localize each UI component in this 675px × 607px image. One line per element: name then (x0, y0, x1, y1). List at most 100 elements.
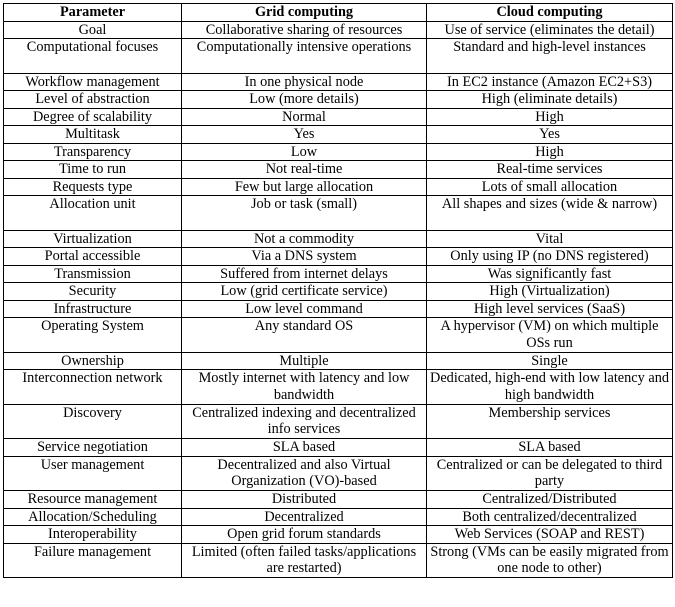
table-row: Allocation/Scheduling Decentralized Both c… (3, 507, 673, 526)
parameter-cell: Workflow management (3, 72, 182, 91)
grid-cell: SLA based (181, 438, 427, 457)
table-row: Transmission Suffered from internet delay… (3, 264, 673, 283)
parameter-cell: Portal accessible (3, 247, 182, 266)
table-row: Discovery Centralized indexing and decent… (3, 403, 673, 439)
grid-cell: Via a DNS system (181, 247, 427, 266)
parameter-cell: Transmission (3, 264, 182, 283)
parameter-cell: Infrastructure (3, 299, 182, 318)
cloud-cell: All shapes and sizes (wide & narrow) (426, 195, 673, 231)
table-row: Service negotiation SLA based SLA based (3, 438, 673, 457)
grid-cell: Low level command (181, 299, 427, 318)
parameter-cell: Computational focuses (3, 38, 182, 74)
table-row: Degree of scalability Normal High (3, 107, 673, 126)
cloud-cell: A hypervisor (VM) on which multiple OSs … (426, 317, 673, 353)
cloud-cell: SLA based (426, 438, 673, 457)
cloud-cell: High (Virtualization) (426, 282, 673, 301)
parameter-cell: Service negotiation (3, 438, 182, 457)
table-row: Workflow management In one physical node I… (3, 72, 673, 91)
parameter-cell: Interoperability (3, 525, 182, 544)
grid-cell: Limited (often failed tasks/applications… (181, 542, 427, 578)
table-row: Infrastructure Low level command High leve… (3, 299, 673, 318)
cloud-cell: Membership services (426, 403, 673, 439)
header-cloud-computing: Cloud computing (426, 3, 673, 22)
table-row: Resource management Distributed Centralize… (3, 490, 673, 509)
cloud-cell: Dedicated, high-end with low latency and… (426, 369, 673, 405)
table-row: Transparency Low High (3, 142, 673, 161)
parameter-cell: Allocation/Scheduling (3, 507, 182, 526)
parameter-cell: Degree of scalability (3, 107, 182, 126)
grid-cell: Suffered from internet delays (181, 264, 427, 283)
table-row: Multitask Yes Yes (3, 125, 673, 144)
grid-cell: Collaborative sharing of resources (181, 20, 427, 39)
table-row: Time to run Not real-time Real-time servic… (3, 160, 673, 179)
cloud-cell: In EC2 instance (Amazon EC2+S3) (426, 72, 673, 91)
comparison-table: Parameter Grid computing Cloud computing… (3, 3, 673, 578)
grid-cell: Mostly internet with latency and low ban… (181, 369, 427, 405)
parameter-cell: Discovery (3, 403, 182, 439)
parameter-cell: Virtualization (3, 229, 182, 248)
cloud-cell: Centralized or can be delegated to third… (426, 455, 673, 491)
grid-cell: Not a commodity (181, 229, 427, 248)
table-row: Interoperability Open grid forum standard… (3, 525, 673, 544)
table-row: Allocation unit Job or task (small) All sh… (3, 195, 673, 231)
cloud-cell: Only using IP (no DNS registered) (426, 247, 673, 266)
parameter-cell: Time to run (3, 160, 182, 179)
cloud-cell: Single (426, 351, 673, 370)
grid-cell: Low (more details) (181, 90, 427, 109)
grid-cell: Low (181, 142, 427, 161)
grid-cell: Multiple (181, 351, 427, 370)
grid-cell: Distributed (181, 490, 427, 509)
table-row: Virtualization Not a commodity Vital (3, 229, 673, 248)
table-row: Security Low (grid certificate service) Hi… (3, 282, 673, 301)
cloud-cell: Use of service (eliminates the detail) (426, 20, 673, 39)
parameter-cell: Requests type (3, 177, 182, 196)
table-body: Goal Collaborative sharing of resources Us… (3, 20, 673, 578)
grid-cell: Decentralized and also Virtual Organizat… (181, 455, 427, 491)
cloud-cell: Standard and high-level instances (426, 38, 673, 74)
table-row: Computational focuses Computationally int… (3, 38, 673, 74)
parameter-cell: Level of abstraction (3, 90, 182, 109)
grid-cell: Open grid forum standards (181, 525, 427, 544)
parameter-cell: Security (3, 282, 182, 301)
cloud-cell: High (426, 142, 673, 161)
table-row: Goal Collaborative sharing of resources Us… (3, 20, 673, 39)
parameter-cell: Interconnection network (3, 369, 182, 405)
grid-cell: Decentralized (181, 507, 427, 526)
grid-cell: Not real-time (181, 160, 427, 179)
table-row: Interconnection network Mostly internet w… (3, 369, 673, 405)
parameter-cell: Resource management (3, 490, 182, 509)
parameter-cell: Allocation unit (3, 195, 182, 231)
grid-cell: Few but large allocation (181, 177, 427, 196)
parameter-cell: Ownership (3, 351, 182, 370)
cloud-cell: Real-time services (426, 160, 673, 179)
header-grid-computing: Grid computing (181, 3, 427, 22)
cloud-cell: Vital (426, 229, 673, 248)
cloud-cell: High level services (SaaS) (426, 299, 673, 318)
parameter-cell: User management (3, 455, 182, 491)
grid-cell: In one physical node (181, 72, 427, 91)
grid-cell: Job or task (small) (181, 195, 427, 231)
parameter-cell: Multitask (3, 125, 182, 144)
grid-cell: Centralized indexing and decentralized i… (181, 403, 427, 439)
grid-cell: Computationally intensive operations (181, 38, 427, 74)
parameter-cell: Transparency (3, 142, 182, 161)
table-row: User management Decentralized and also Vi… (3, 455, 673, 491)
cloud-cell: High (426, 107, 673, 126)
table-row: Level of abstraction Low (more details) Hi… (3, 90, 673, 109)
grid-cell: Normal (181, 107, 427, 126)
table-row: Ownership Multiple Single (3, 351, 673, 370)
cloud-cell: Centralized/Distributed (426, 490, 673, 509)
table-row: Failure management Limited (often failed … (3, 542, 673, 578)
cloud-cell: Lots of small allocation (426, 177, 673, 196)
cloud-cell: Strong (VMs can be easily migrated from … (426, 542, 673, 578)
cloud-cell: High (eliminate details) (426, 90, 673, 109)
grid-cell: Yes (181, 125, 427, 144)
cloud-cell: Yes (426, 125, 673, 144)
parameter-cell: Operating System (3, 317, 182, 353)
cloud-cell: Web Services (SOAP and REST) (426, 525, 673, 544)
grid-cell: Low (grid certificate service) (181, 282, 427, 301)
table-row: Portal accessible Via a DNS system Only us… (3, 247, 673, 266)
grid-cell: Any standard OS (181, 317, 427, 353)
parameter-cell: Goal (3, 20, 182, 39)
parameter-cell: Failure management (3, 542, 182, 578)
